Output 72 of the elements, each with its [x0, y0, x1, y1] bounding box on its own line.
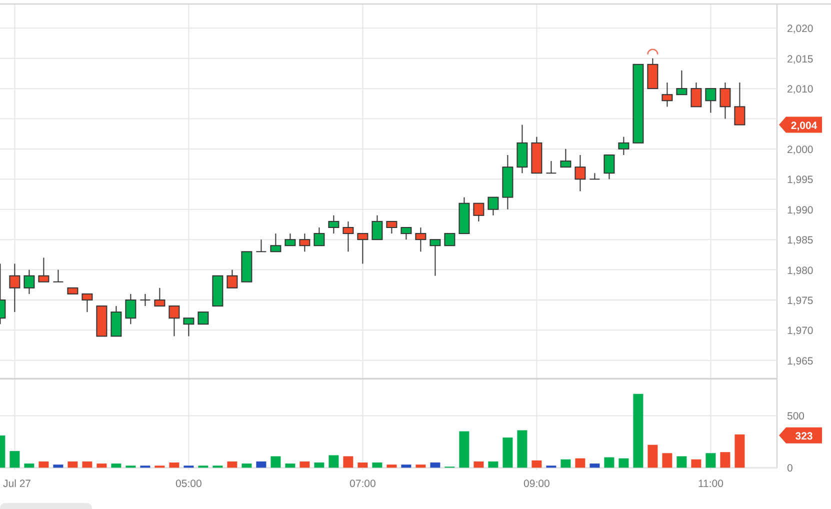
candlestick — [589, 172, 600, 180]
axis-label: 1,985 — [787, 234, 814, 247]
candlestick — [212, 275, 224, 307]
axis-label: 2,000 — [787, 144, 814, 156]
candlestick — [357, 233, 368, 264]
axis-label: 2,010 — [787, 84, 814, 96]
axis-label: 2,015 — [787, 53, 814, 66]
candlestick — [52, 269, 64, 282]
candlestick — [241, 251, 252, 282]
candlestick — [125, 293, 136, 325]
candlestick — [342, 220, 354, 252]
candlestick — [38, 257, 50, 282]
candlestick — [560, 148, 572, 168]
candlestick — [458, 196, 470, 234]
candlestick — [430, 239, 441, 276]
candlestick — [400, 227, 412, 240]
candlestick — [140, 293, 151, 307]
candlestick — [226, 269, 238, 288]
candlestick — [299, 233, 310, 252]
candlestick — [705, 88, 716, 114]
axis-label: 1,965 — [787, 355, 814, 368]
candlestick — [82, 293, 93, 313]
axis-label: 1,975 — [787, 294, 814, 307]
axis-label: Jul 27 — [3, 478, 32, 490]
candlestick — [9, 263, 20, 313]
candlestick — [531, 136, 542, 174]
axis-label: 1,995 — [787, 174, 814, 186]
candlestick — [270, 233, 282, 252]
price-badge: 2,004 — [779, 116, 822, 133]
high-marker-icon — [647, 48, 658, 54]
candlestick — [256, 239, 267, 252]
candlestick — [386, 220, 398, 234]
axis-label: 05:00 — [176, 478, 202, 490]
candlestick — [647, 58, 658, 90]
candlestick — [154, 287, 166, 307]
candlestick — [473, 202, 484, 222]
candlestick — [372, 214, 383, 240]
candlestick — [110, 306, 122, 337]
candlestick — [604, 154, 615, 180]
candlestick — [488, 196, 499, 216]
axis-label: 09:00 — [524, 478, 550, 490]
candlestick — [168, 306, 180, 337]
axis-label: 11:00 — [698, 478, 724, 490]
axis-label: 1,980 — [787, 264, 814, 277]
candlestick — [618, 136, 630, 156]
axis-label: 500 — [787, 410, 805, 423]
candlestick — [24, 269, 35, 294]
axis-label: 1,990 — [787, 204, 814, 216]
candlestick — [734, 82, 746, 126]
candlestick — [67, 287, 78, 294]
candlestick — [96, 306, 108, 337]
candlestick — [444, 233, 456, 246]
axis-label: 1,970 — [787, 325, 814, 338]
candlestick — [0, 263, 6, 325]
axis-label: 0 — [787, 462, 793, 475]
candlestick — [328, 214, 340, 234]
candlestick — [720, 82, 731, 120]
candlestick — [546, 160, 557, 174]
axis-label: 2,020 — [787, 23, 814, 36]
candlestick — [314, 227, 325, 246]
candlestick — [183, 318, 194, 337]
volume-badge: 323 — [779, 427, 822, 444]
candlestick — [198, 312, 209, 325]
candlestick — [415, 227, 426, 252]
candlestick — [676, 70, 688, 96]
candlestick — [502, 154, 514, 210]
axis-label: 07:00 — [350, 478, 376, 490]
candlestick — [574, 154, 586, 192]
candlestick — [662, 82, 673, 108]
candlestick — [690, 82, 702, 108]
candlestick — [284, 233, 296, 246]
candlestick — [516, 124, 528, 174]
